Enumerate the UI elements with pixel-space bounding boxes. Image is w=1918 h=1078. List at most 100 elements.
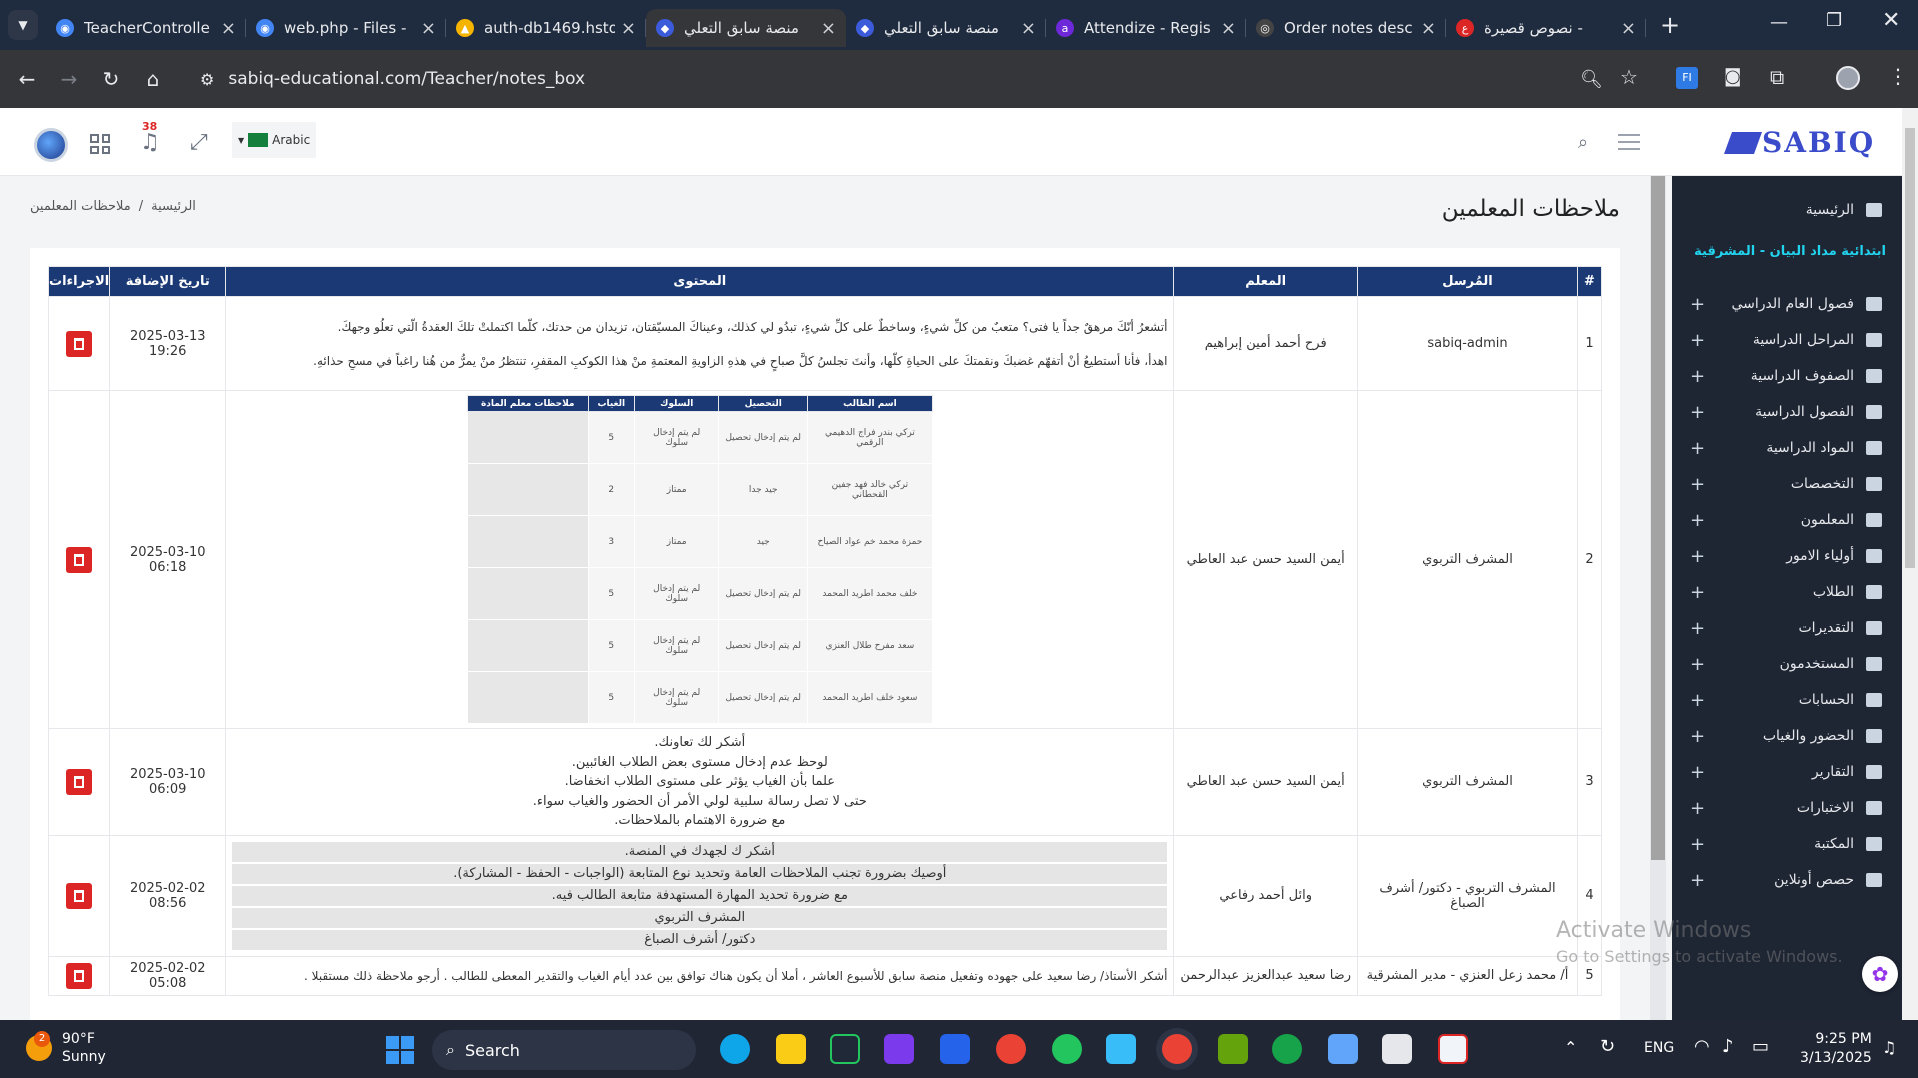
expand-plus-icon[interactable]: + [1690,834,1705,855]
expand-plus-icon[interactable]: + [1690,618,1705,639]
expand-plus-icon[interactable]: + [1690,546,1705,567]
expand-plus-icon[interactable]: + [1690,690,1705,711]
close-window-button[interactable]: ✕ [1882,8,1900,33]
user-avatar[interactable] [34,128,68,162]
clock[interactable]: 9:25 PM 3/13/2025 [1800,1030,1872,1068]
expand-plus-icon[interactable]: + [1690,510,1705,531]
excel-like-icon[interactable] [1218,1034,1248,1064]
delete-button[interactable] [66,330,93,357]
breadcrumb-home[interactable]: الرئيسية [151,199,196,214]
apps-grid-icon[interactable] [90,134,110,154]
expand-plus-icon[interactable]: + [1690,798,1705,819]
expand-plus-icon[interactable]: + [1690,726,1705,747]
extensions-puzzle-icon[interactable]: ⧉ [1770,65,1784,89]
close-tab-icon[interactable]: × [621,18,636,39]
notification-bell-icon[interactable]: ♫ [140,130,160,155]
delete-button[interactable] [66,882,93,909]
sidebar-item[interactable]: + حصص أونلاين [1672,858,1902,902]
sync-icon[interactable]: ↻ [1600,1036,1615,1057]
zoom-icon[interactable]: 🔍︎ [1580,69,1603,90]
phpstorm-icon[interactable] [884,1034,914,1064]
expand-plus-icon[interactable]: + [1690,870,1705,891]
extension-icon[interactable]: FI [1676,67,1698,89]
browser-menu-icon[interactable]: ⋮ [1888,64,1908,88]
menu-toggle-icon[interactable] [1618,134,1640,150]
sidebar-item-home[interactable]: الرئيسية [1672,188,1902,232]
col-content[interactable]: المحتوى [225,266,1175,297]
col-teacher[interactable]: المعلم [1173,266,1358,297]
close-tab-icon[interactable]: × [1621,18,1636,39]
expand-plus-icon[interactable]: + [1690,474,1705,495]
browser-tab[interactable]: ◆ منصة سابق التعلي × [646,9,846,47]
camera-icon[interactable]: ◙ [1724,66,1741,87]
bookmark-star-icon[interactable]: ☆ [1620,65,1638,89]
wifi-icon[interactable]: ◠ [1694,1036,1710,1057]
expand-plus-icon[interactable]: + [1690,330,1705,351]
profile-avatar[interactable] [1836,66,1860,90]
address-bar[interactable]: ⚙ sabiq-educational.com/Teacher/notes_bo… [200,58,1603,100]
start-button[interactable] [386,1036,414,1064]
input-lang[interactable]: ENG [1644,1040,1674,1056]
browser-tab[interactable]: ◉ TeacherControlle × [46,9,246,47]
header-search-icon[interactable]: ⌕ [1578,132,1588,153]
restore-button[interactable]: ❐ [1826,10,1842,31]
chrome-icon[interactable] [996,1034,1026,1064]
battery-icon[interactable]: ▭ [1752,1036,1769,1057]
language-selector[interactable]: ▼ Arabic [232,122,316,158]
floating-assistant-icon[interactable]: ✿ [1862,956,1898,992]
back-icon[interactable]: ← [12,64,42,94]
vscode-icon[interactable] [940,1034,970,1064]
notification-center-icon[interactable]: ♫ [1882,1038,1896,1057]
volume-icon[interactable]: ♪ [1722,1036,1734,1057]
forward-icon[interactable]: → [54,64,84,94]
table-row: 2 المشرف التربوي أيمن السيد حسن عبد العا… [47,390,1602,729]
chrome-active-icon[interactable] [1162,1034,1192,1064]
snipping-icon[interactable] [1438,1034,1468,1064]
close-tab-icon[interactable]: × [1421,18,1436,39]
notepad-icon[interactable] [1328,1034,1358,1064]
weather-widget[interactable]: 2 90°F Sunny [26,1030,106,1066]
site-info-icon[interactable]: ⚙ [200,70,214,89]
delete-button[interactable] [66,546,93,573]
box-app-icon[interactable] [1382,1034,1412,1064]
delete-button[interactable] [66,962,93,989]
close-tab-icon[interactable]: × [1221,18,1236,39]
sidebar-scrollbar[interactable] [1902,108,1918,1020]
expand-plus-icon[interactable]: + [1690,582,1705,603]
taskbar-search[interactable]: ⌕ Search [432,1030,696,1070]
expand-plus-icon[interactable]: + [1690,762,1705,783]
tray-chevron-icon[interactable]: ⌃ [1564,1038,1577,1057]
content-scrollbar[interactable] [1650,176,1666,1020]
heidisql-icon[interactable] [1272,1034,1302,1064]
tab-search-button[interactable]: ▼ [8,10,38,40]
expand-plus-icon[interactable]: + [1690,654,1705,675]
app-icon[interactable] [1106,1034,1136,1064]
expand-plus-icon[interactable]: + [1690,438,1705,459]
edge-icon[interactable] [720,1034,750,1064]
browser-tab[interactable]: ◎ Order notes desc × [1246,9,1446,47]
browser-tab[interactable]: ▲ auth-db1469.hsto × [446,9,646,47]
expand-plus-icon[interactable]: + [1690,402,1705,423]
minimize-button[interactable]: — [1770,12,1788,33]
browser-tab[interactable]: ع نصوص قصيرة - × [1446,9,1646,47]
new-tab-button[interactable]: + [1660,11,1680,39]
close-tab-icon[interactable]: × [1021,18,1036,39]
browser-tab[interactable]: ◉ web.php - Files - × [246,9,446,47]
col-date[interactable]: تاريخ الإضافة [109,266,227,297]
close-tab-icon[interactable]: × [221,18,236,39]
delete-button[interactable] [66,768,93,795]
spotify-icon[interactable] [1052,1034,1082,1064]
col-sender[interactable]: المُرسل [1357,266,1578,297]
home-icon[interactable]: ⌂ [138,64,168,94]
close-tab-icon[interactable]: × [821,18,836,39]
expand-plus-icon[interactable]: + [1690,294,1705,315]
close-tab-icon[interactable]: × [421,18,436,39]
expand-plus-icon[interactable]: + [1690,366,1705,387]
fullscreen-icon[interactable]: ⤢ [190,130,208,155]
reload-icon[interactable]: ↻ [96,64,126,94]
browser-tab[interactable]: ◆ منصة سابق التعلي × [846,9,1046,47]
file-explorer-icon[interactable] [776,1034,806,1064]
browser-tab[interactable]: a Attendize - Regis × [1046,9,1246,47]
col-num[interactable]: # [1577,266,1602,297]
sublime-icon[interactable] [830,1034,860,1064]
